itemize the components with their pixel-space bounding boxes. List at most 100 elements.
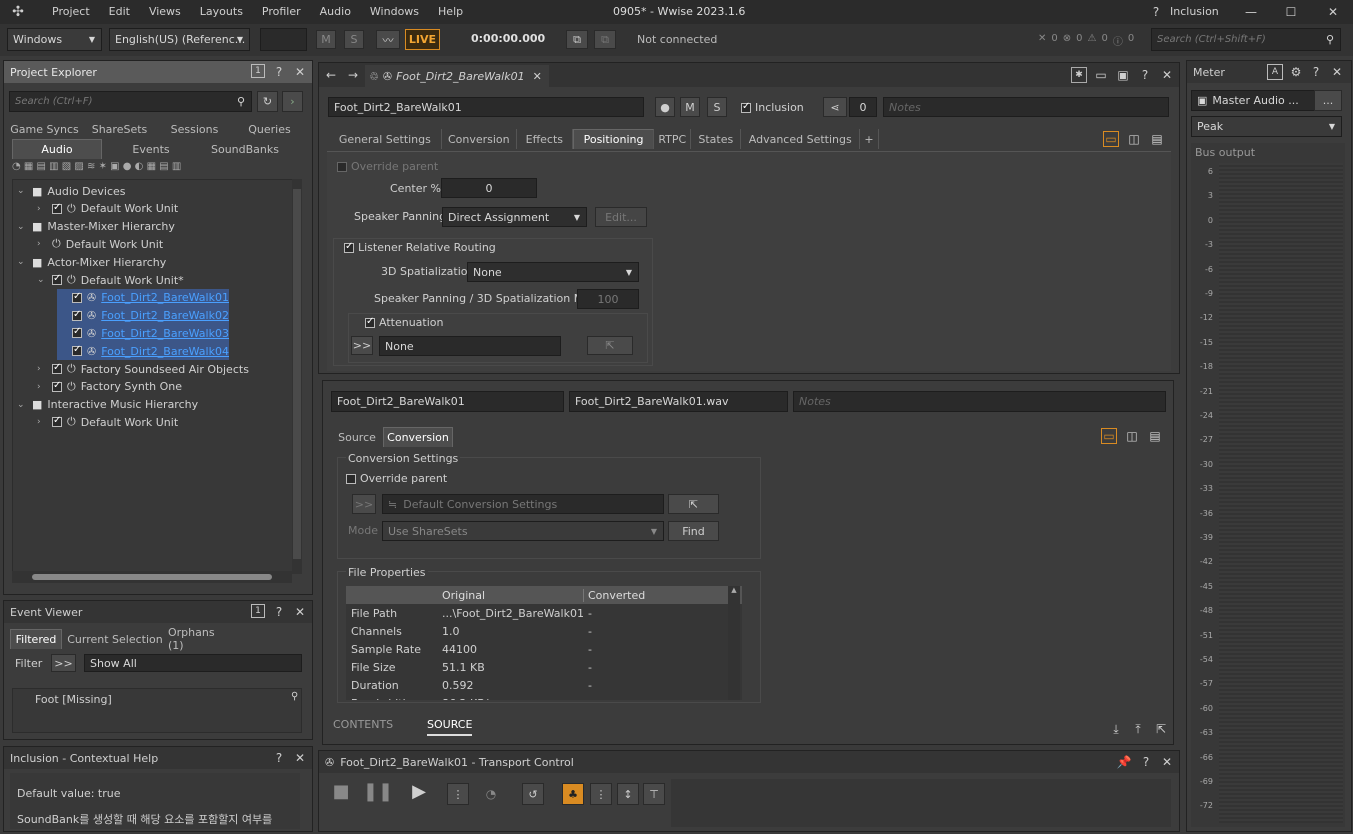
menu-project[interactable]: Project — [52, 5, 90, 18]
checkbox[interactable] — [72, 309, 82, 321]
scrollbar-thumb[interactable] — [293, 189, 301, 559]
tree-item[interactable]: › ⏻ Default Work Unit — [37, 235, 163, 253]
attenuation-browse-button[interactable]: >> — [351, 336, 373, 355]
pause-icon[interactable]: ❚❚ — [363, 781, 393, 802]
source-notes-field[interactable]: Notes — [793, 391, 1166, 412]
tab-audio[interactable]: Audio — [12, 139, 102, 159]
tab-source[interactable]: Source — [333, 427, 381, 447]
game-sync-button[interactable]: ♣ — [562, 783, 584, 805]
listener-routing-checkbox[interactable]: Listener Relative Routing — [344, 241, 496, 254]
checkbox[interactable] — [72, 326, 82, 339]
position-button[interactable]: ↕ — [617, 783, 639, 805]
collapse-icon[interactable]: ⌄ — [17, 186, 27, 196]
tab-states[interactable]: States — [691, 129, 742, 149]
forward-button[interactable]: › — [282, 91, 303, 112]
meter-mode-dropdown[interactable]: Peak ▼ — [1191, 116, 1342, 137]
solo-button[interactable]: S — [707, 97, 727, 117]
tree-item[interactable]: › ⏻ Default Work Unit — [37, 413, 178, 431]
pin-badge[interactable]: 1 — [251, 604, 265, 618]
tab-events[interactable]: Events — [106, 139, 196, 159]
tab-contents[interactable]: CONTENTS — [333, 718, 393, 731]
layout-dropdown[interactable]: Windows ▼ — [7, 28, 102, 51]
tree-item[interactable]: ✇ Foot_Dirt2_BareWalk01 — [57, 288, 229, 307]
tab-soundbanks[interactable]: SoundBanks — [200, 139, 290, 159]
close-icon[interactable]: ✕ — [533, 70, 542, 83]
editor-tab[interactable]: ♲ ✇ Foot_Dirt2_BareWalk01 ✕ — [365, 65, 549, 87]
help-icon[interactable]: ? — [271, 604, 287, 620]
close-icon[interactable]: ✕ — [292, 64, 308, 80]
notes-field[interactable]: Notes — [883, 97, 1169, 117]
folder-icon[interactable]: ▭ — [1093, 67, 1109, 83]
menu-help[interactable]: Help — [438, 5, 463, 18]
help-icon[interactable]: ? — [1148, 4, 1164, 20]
speaker-panning-dropdown[interactable]: Direct Assignment ▼ — [442, 207, 587, 227]
tab-positioning[interactable]: Positioning — [572, 129, 655, 149]
spatialization-dropdown[interactable]: None ▼ — [467, 262, 639, 282]
search-icon[interactable]: ⚲ — [291, 691, 298, 702]
source-name-field[interactable]: Foot_Dirt2_BareWalk01 — [331, 391, 564, 412]
conversion-browse-button[interactable]: >> — [352, 494, 376, 514]
reset-button[interactable]: ↺ — [522, 783, 544, 805]
override-parent-checkbox[interactable]: Override parent — [346, 472, 447, 485]
close-icon[interactable]: ✕ — [292, 750, 308, 766]
tab-sessions[interactable]: Sessions — [157, 119, 232, 139]
external-icon[interactable]: ⇱ — [1153, 721, 1169, 737]
tree-item[interactable]: ⌄ ■ Master-Mixer Hierarchy — [17, 218, 175, 236]
forward-icon[interactable]: → — [345, 67, 361, 83]
mode-dropdown[interactable]: Use ShareSets ▼ — [382, 521, 664, 541]
collapse-icon[interactable]: ⌄ — [37, 275, 47, 285]
attenuation-value[interactable]: None — [379, 336, 561, 356]
help-icon[interactable]: ? — [1138, 754, 1154, 770]
checkbox[interactable] — [72, 291, 82, 303]
tab-filtered[interactable]: Filtered — [10, 629, 62, 649]
filter-button[interactable]: >> — [51, 654, 76, 672]
gear-icon[interactable]: ⚙ — [1288, 64, 1304, 80]
capture-icon[interactable]: 〰 — [376, 30, 400, 49]
close-icon[interactable]: ✕ — [1159, 67, 1175, 83]
save-icon[interactable]: ▣ — [1115, 67, 1131, 83]
attenuation-edit-icon[interactable]: ⇱ — [587, 336, 633, 355]
download-icon[interactable]: ⤓ — [1108, 721, 1124, 737]
table-scrollbar[interactable]: ▲ — [728, 586, 740, 700]
pin-badge[interactable]: 1 — [251, 64, 265, 78]
pin-icon[interactable]: 📌 — [1116, 754, 1132, 770]
inclusion-label[interactable]: Inclusion — [1170, 5, 1219, 18]
trigger-button[interactable]: ⋮ — [590, 783, 612, 805]
expand-icon[interactable]: › — [37, 382, 47, 392]
tree-item[interactable]: ⌄ ■ Actor-Mixer Hierarchy — [17, 253, 166, 271]
expand-icon[interactable]: › — [37, 364, 47, 374]
tab-rtpc[interactable]: RTPC — [654, 129, 692, 149]
upload-icon[interactable]: ⤒ — [1130, 721, 1146, 737]
tab-conversion[interactable]: Conversion — [442, 129, 517, 149]
stop-icon[interactable]: ■ — [333, 781, 350, 802]
tab-source-bottom[interactable]: SOURCE — [427, 718, 473, 736]
object-name-field[interactable]: Foot_Dirt2_BareWalk01 — [328, 97, 644, 117]
tab-sharesets[interactable]: ShareSets — [82, 119, 157, 139]
pin-icon[interactable]: ✱ — [1071, 67, 1087, 83]
conversion-value[interactable]: ≒ Default Conversion Settings — [382, 494, 664, 514]
tree-item[interactable]: ⌄ ⏻ Default Work Unit* — [37, 271, 184, 289]
help-icon[interactable]: ? — [271, 64, 287, 80]
mix-slider[interactable]: 100 — [577, 289, 639, 309]
menu-layouts[interactable]: Layouts — [200, 5, 243, 18]
attenuation-checkbox[interactable]: Attenuation — [365, 316, 443, 329]
tab-game-syncs[interactable]: Game Syncs — [7, 119, 82, 139]
remote-connect-icon[interactable]: ⧉ — [566, 30, 588, 49]
layout-stack-icon[interactable]: ▤ — [1149, 131, 1165, 147]
expand-icon[interactable]: › — [37, 417, 47, 427]
menu-profiler[interactable]: Profiler — [262, 5, 301, 18]
inclusion-checkbox[interactable]: Inclusion — [741, 101, 804, 114]
mute-button[interactable]: M — [680, 97, 700, 117]
log-counters[interactable]: ✕ 0 ⊗ 0 ⚠ 0 ⓘ 0 — [1038, 33, 1134, 48]
help-icon[interactable]: ? — [1308, 64, 1324, 80]
hscrollbar-thumb[interactable] — [32, 574, 272, 580]
remote-disconnect-icon[interactable]: ⧉ — [594, 30, 616, 49]
tree-item[interactable]: ✇ Foot_Dirt2_BareWalk04 — [57, 342, 229, 361]
collapse-icon[interactable]: ⌄ — [17, 400, 27, 410]
close-icon[interactable]: ✕ — [1325, 4, 1341, 20]
tab-queries[interactable]: Queries — [232, 119, 307, 139]
explorer-search-input[interactable]: Search (Ctrl+F) ⚲ — [9, 91, 252, 112]
help-icon[interactable]: ? — [271, 750, 287, 766]
checkbox[interactable] — [52, 202, 62, 214]
tree-scrollbar[interactable] — [292, 179, 302, 574]
